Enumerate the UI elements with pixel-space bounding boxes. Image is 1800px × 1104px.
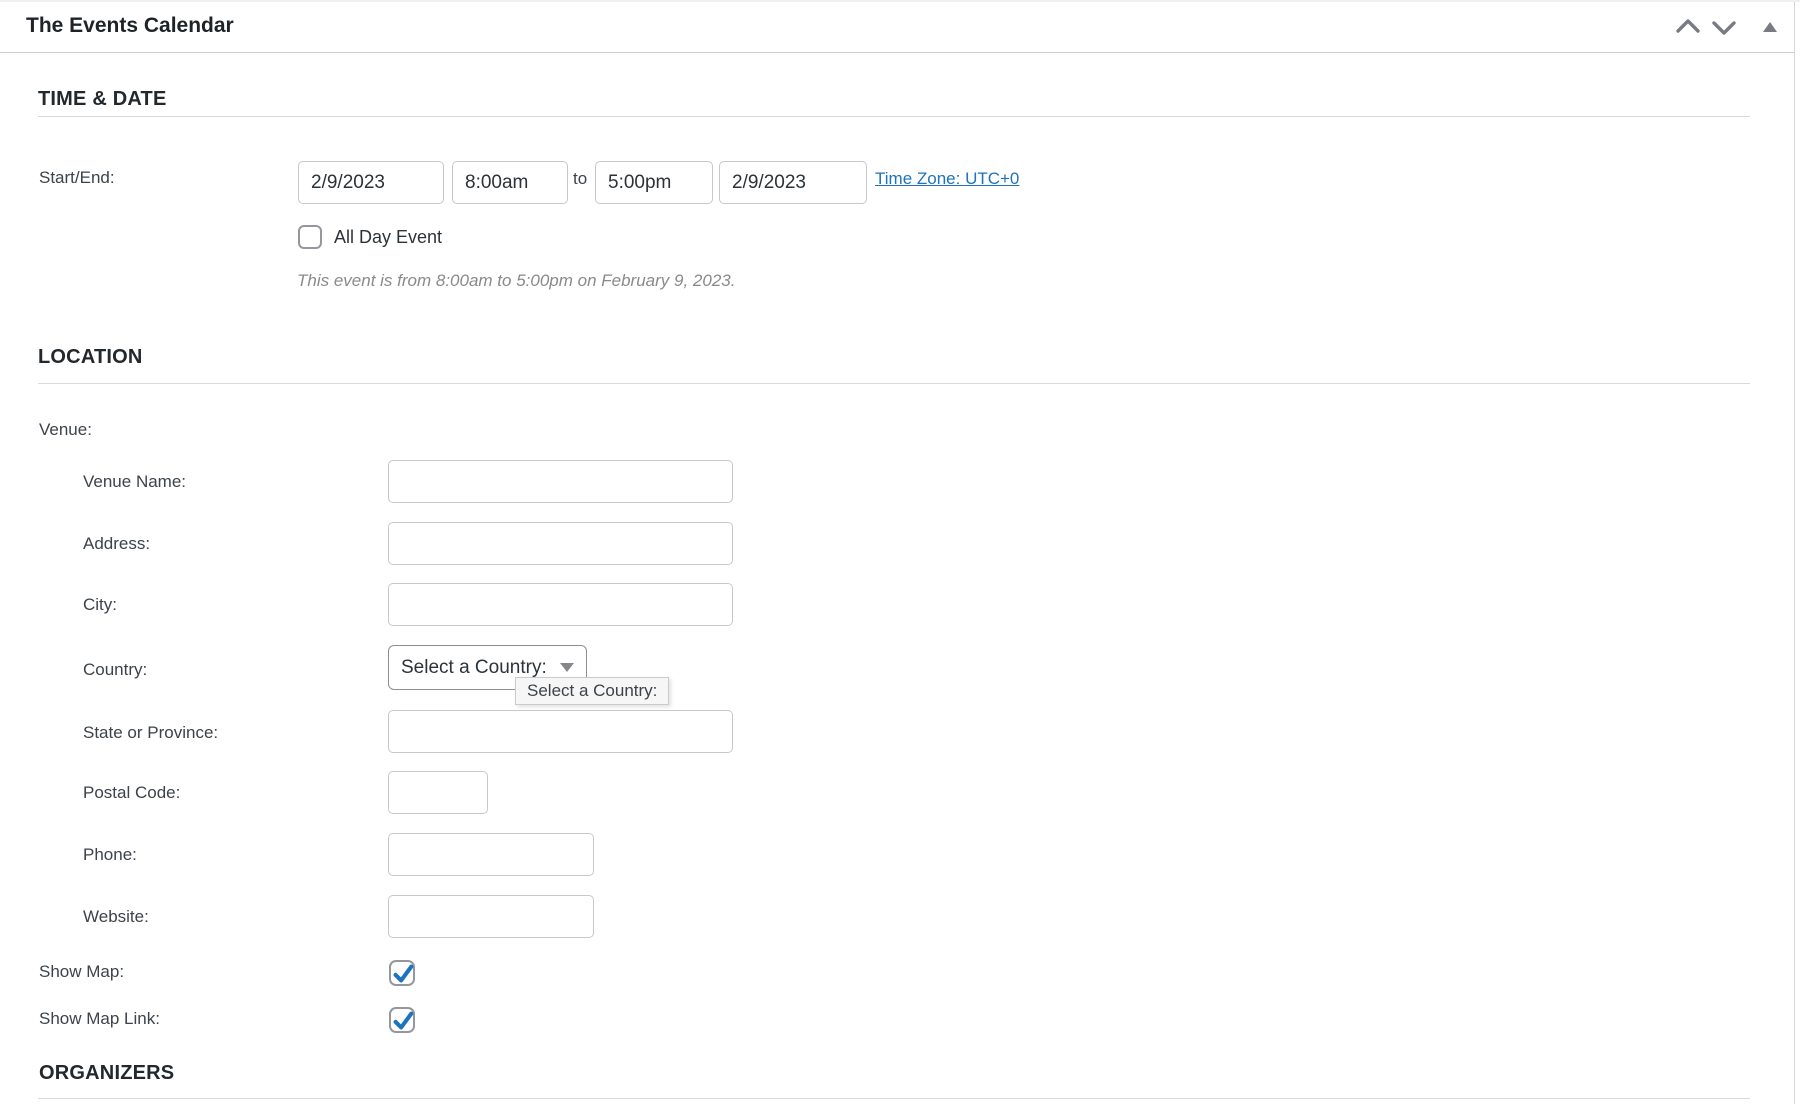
venue-name-input[interactable] [388, 460, 733, 503]
dropdown-arrow-icon [560, 663, 574, 672]
start-time-input[interactable] [452, 161, 568, 204]
website-label: Website: [83, 907, 149, 927]
show-map-checkbox[interactable] [389, 960, 415, 986]
end-time-input[interactable] [595, 161, 713, 204]
start-date-input[interactable] [298, 161, 444, 204]
end-date-input[interactable] [719, 161, 867, 204]
show-map-link-checkbox[interactable] [389, 1007, 415, 1033]
section-divider [38, 383, 1750, 384]
phone-label: Phone: [83, 845, 137, 865]
metabox-header: The Events Calendar [0, 2, 1795, 53]
country-label: Country: [83, 660, 147, 680]
check-icon [391, 1009, 415, 1033]
postal-code-input[interactable] [388, 771, 488, 814]
start-end-label: Start/End: [39, 168, 115, 188]
address-input[interactable] [388, 522, 733, 565]
event-time-summary: This event is from 8:00am to 5:00pm on F… [297, 271, 735, 291]
section-divider [38, 1098, 1750, 1099]
chevron-up-icon [1675, 17, 1701, 37]
phone-input[interactable] [388, 833, 594, 876]
country-select-value: Select a Country: [401, 657, 547, 679]
triangle-up-icon [1763, 22, 1777, 32]
all-day-event-label: All Day Event [334, 227, 442, 248]
section-heading-location: LOCATION [38, 346, 143, 369]
show-map-link-label: Show Map Link: [39, 1009, 160, 1029]
to-label: to [573, 169, 587, 189]
postal-code-label: Postal Code: [83, 783, 180, 803]
website-input[interactable] [388, 895, 594, 938]
toggle-panel-button[interactable] [1754, 12, 1786, 42]
chevron-down-icon [1711, 17, 1737, 37]
check-icon [391, 962, 415, 986]
state-province-label: State or Province: [83, 723, 218, 743]
metabox-right-border [1794, 2, 1795, 1104]
country-tooltip: Select a Country: [515, 677, 669, 705]
move-up-button[interactable] [1672, 12, 1704, 42]
state-province-input[interactable] [388, 710, 733, 753]
all-day-checkbox[interactable] [298, 225, 322, 249]
address-label: Address: [83, 534, 150, 554]
city-label: City: [83, 595, 117, 615]
section-heading-organizers: ORGANIZERS [39, 1062, 174, 1085]
timezone-link[interactable]: Time Zone: UTC+0 [875, 169, 1019, 189]
venue-name-label: Venue Name: [83, 472, 186, 492]
venue-label: Venue: [39, 420, 92, 440]
section-heading-time-date: TIME & DATE [38, 88, 167, 111]
show-map-label: Show Map: [39, 962, 124, 982]
events-calendar-metabox: The Events Calendar TIME & DATE Start/En… [0, 0, 1800, 1104]
city-input[interactable] [388, 583, 733, 626]
metabox-title: The Events Calendar [26, 14, 234, 38]
move-down-button[interactable] [1708, 12, 1740, 42]
section-divider [38, 116, 1750, 117]
